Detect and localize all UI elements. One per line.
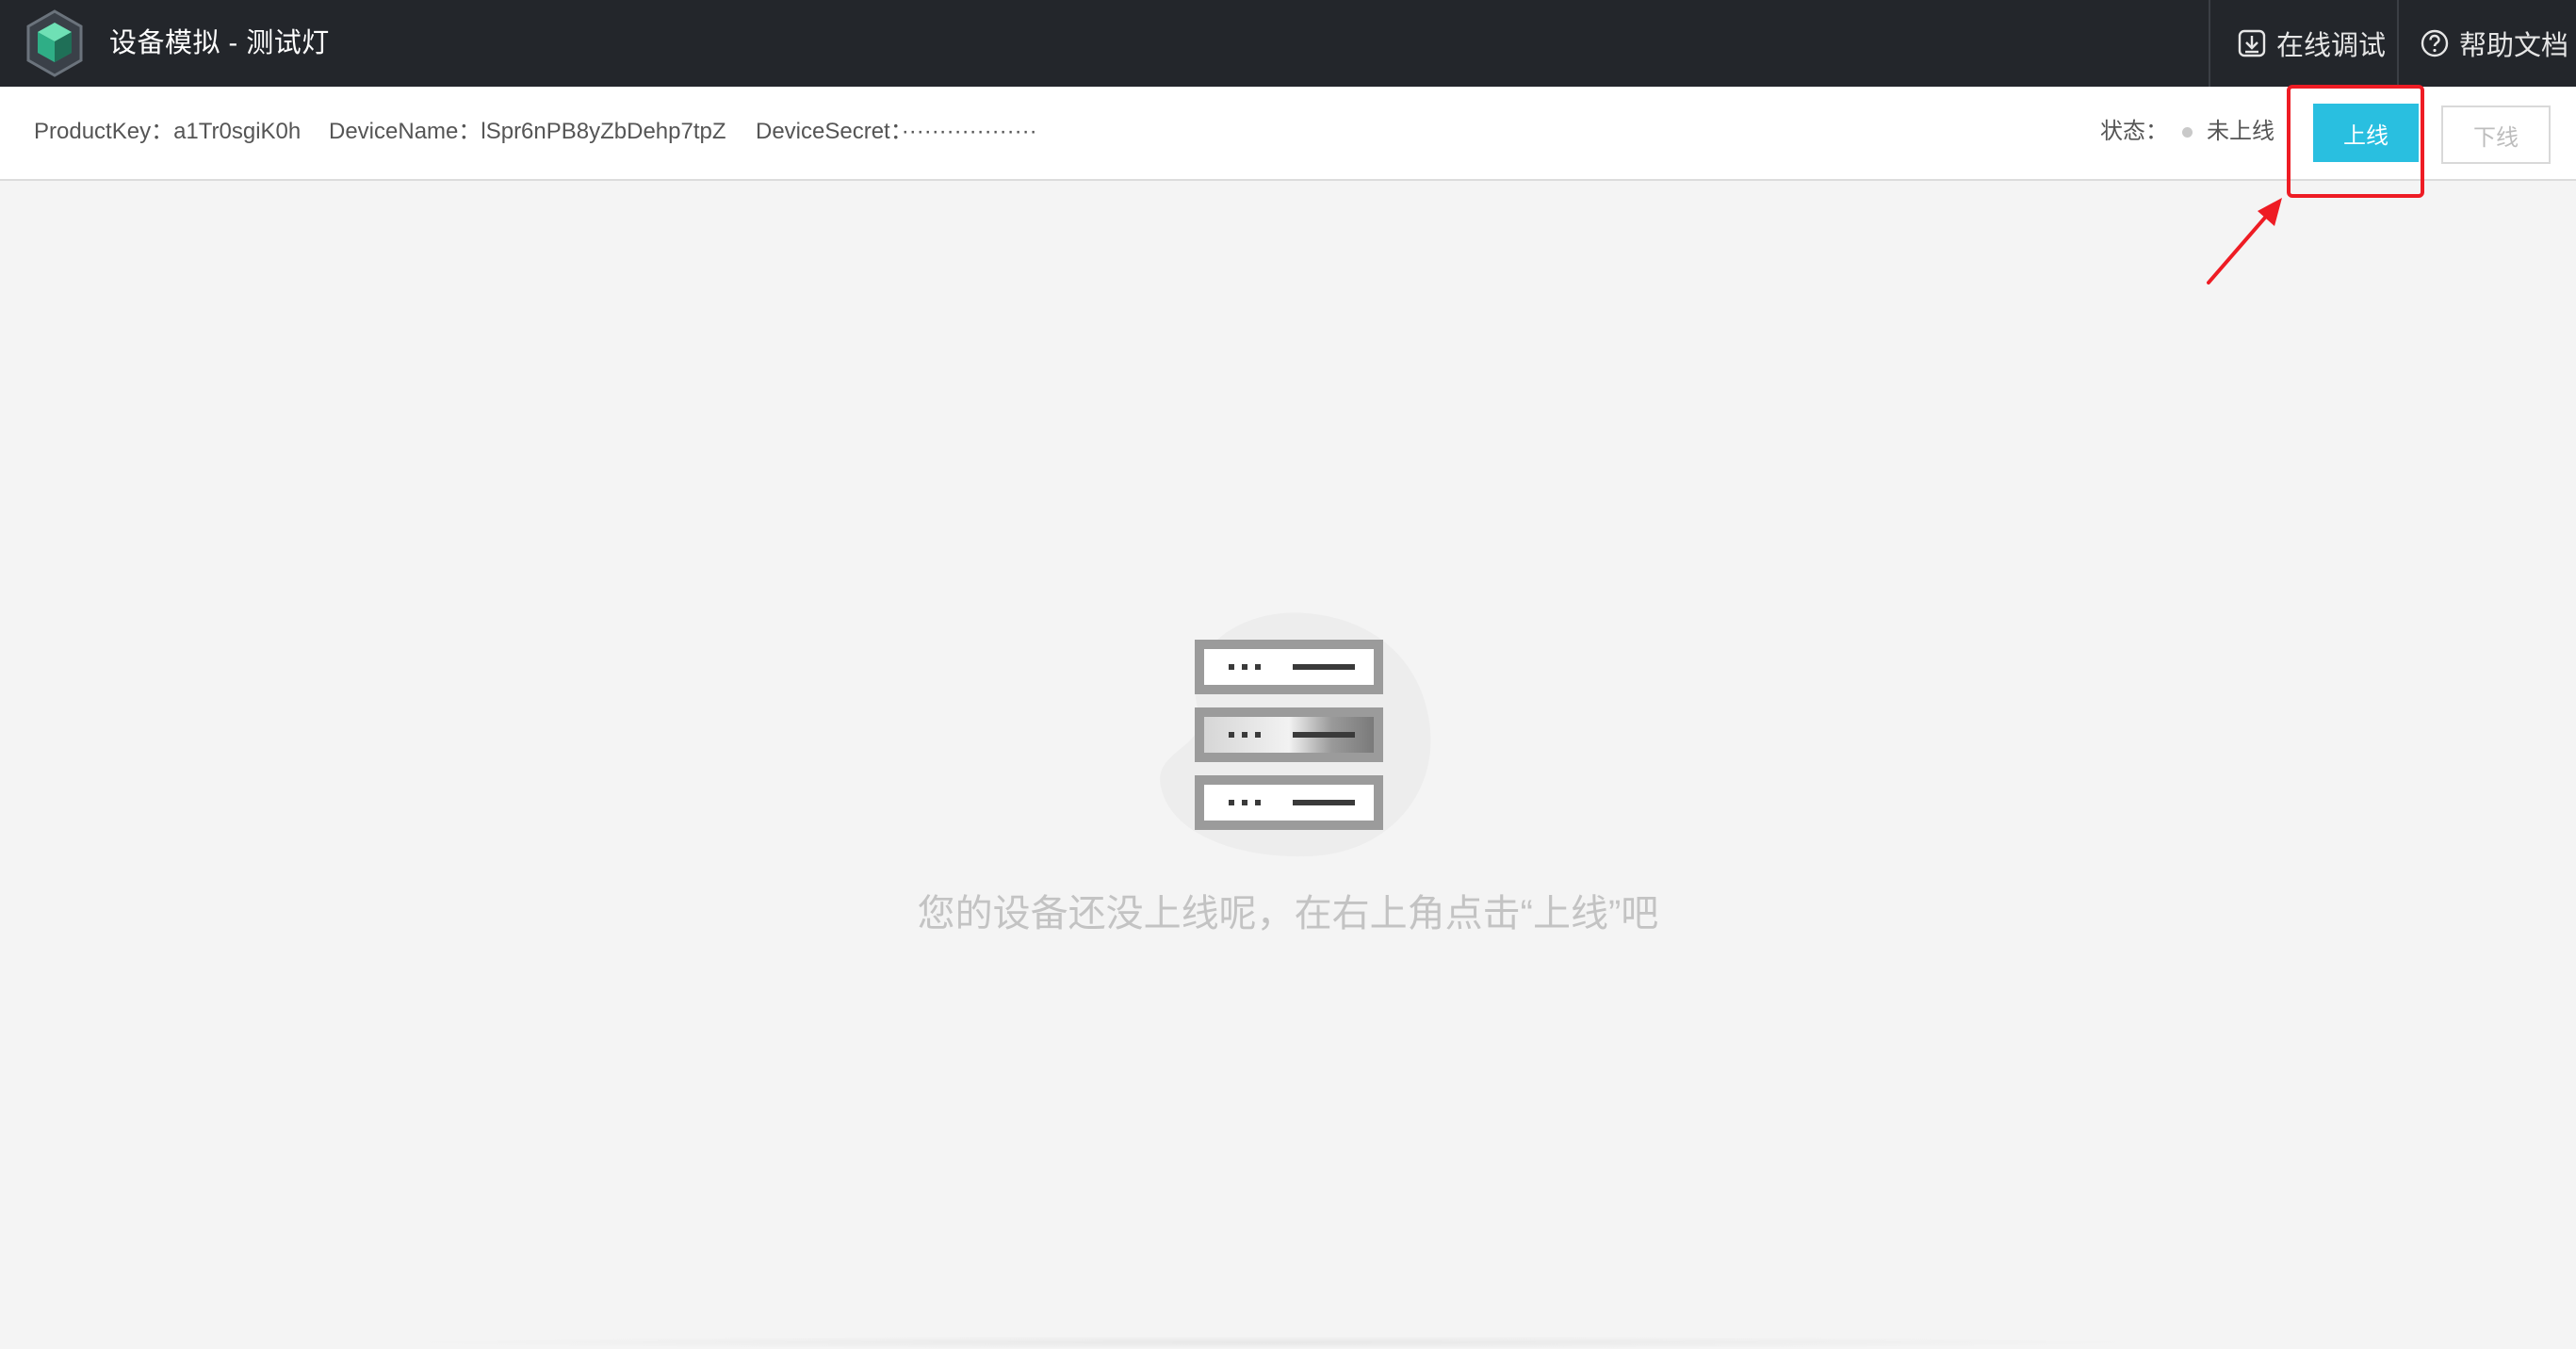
download-icon <box>2238 29 2266 57</box>
empty-state: 您的设备还没上线呢，在右上角点击“上线”吧 <box>0 181 2576 1349</box>
top-actions: 在线调试 帮助文档 <box>2209 0 2576 87</box>
top-bar: 设备模拟 - 测试灯 在线调试 帮助文档 <box>0 0 2576 87</box>
go-offline-button: 下线 <box>2441 106 2551 164</box>
go-online-button[interactable]: 上线 <box>2313 104 2419 162</box>
server-rack-icon <box>1160 612 1431 857</box>
help-docs-label: 帮助文档 <box>2459 31 2569 61</box>
page-title: 设备模拟 - 测试灯 <box>109 28 330 58</box>
device-name-text: DeviceName：lSpr6nPB8yZbDehp7tpZ <box>329 119 726 144</box>
device-secret-text: DeviceSecret：·················· <box>756 119 1037 144</box>
hexagon-cube-logo-icon <box>23 8 87 79</box>
online-debug-button[interactable]: 在线调试 <box>2209 0 2397 87</box>
status-value: 未上线 <box>2207 119 2274 144</box>
help-circle-icon <box>2421 29 2449 57</box>
empty-state-message: 您的设备还没上线呢，在右上角点击“上线”吧 <box>917 893 1659 935</box>
device-info-bar: ProductKey：a1Tr0sgiK0h DeviceName：lSpr6n… <box>0 87 2576 181</box>
bottom-shadow <box>377 1336 2167 1349</box>
status-label: 状态： <box>2100 119 2168 144</box>
product-key-text: ProductKey：a1Tr0sgiK0h <box>34 119 302 144</box>
online-debug-label: 在线调试 <box>2276 31 2387 61</box>
help-docs-button[interactable]: 帮助文档 <box>2397 0 2576 87</box>
status-dot-icon <box>2182 127 2193 138</box>
